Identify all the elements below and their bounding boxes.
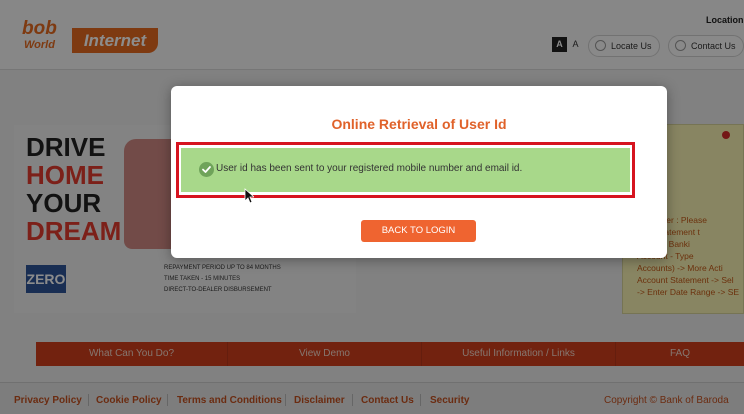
mouse-pointer-icon	[244, 188, 254, 204]
success-message: User id has been sent to your registered…	[216, 163, 523, 174]
back-to-login-button[interactable]: BACK TO LOGIN	[361, 220, 476, 242]
success-alert: User id has been sent to your registered…	[181, 148, 630, 192]
user-id-retrieval-dialog: Online Retrieval of User Id User id has …	[171, 86, 667, 258]
dialog-title: Online Retrieval of User Id	[331, 116, 507, 132]
check-circle-icon	[199, 162, 214, 177]
